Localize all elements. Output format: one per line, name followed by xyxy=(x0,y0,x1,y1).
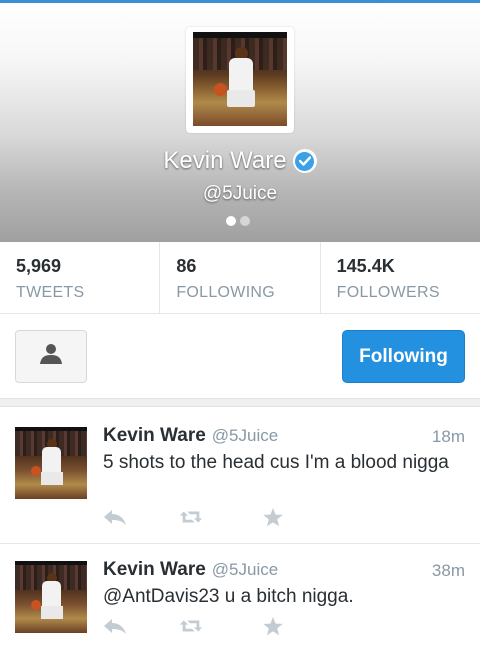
tweet-avatar[interactable] xyxy=(15,427,87,499)
favorite-star-icon[interactable] xyxy=(261,615,285,637)
reply-icon[interactable] xyxy=(103,506,127,528)
stat-tweets[interactable]: 5,969 TWEETS xyxy=(0,242,161,313)
person-icon xyxy=(38,343,64,370)
profile-actions: Following xyxy=(0,315,480,398)
tweet-header: Kevin Ware @5Juice 38m xyxy=(103,559,465,583)
stat-following-label: FOLLOWING xyxy=(176,284,276,301)
tweet-item[interactable]: Kevin Ware @5Juice 38m @AntDavis23 u a bi… xyxy=(0,545,480,650)
header-pager[interactable] xyxy=(226,216,250,226)
tweet-text: @AntDavis23 u a bitch nigga. xyxy=(103,586,354,607)
profile-name: Kevin Ware xyxy=(163,147,287,174)
stat-followers-value: 145.4K xyxy=(336,256,395,276)
profile-handle: @5Juice xyxy=(202,183,278,204)
retweet-icon[interactable] xyxy=(179,615,203,637)
tweet-actions xyxy=(103,615,303,637)
tweet-timestamp: 18m xyxy=(431,427,465,446)
tweet-author-name[interactable]: Kevin Ware xyxy=(103,559,206,580)
reply-icon[interactable] xyxy=(103,615,127,637)
tweet-text: 5 shots to the head cus I'm a blood nigg… xyxy=(103,452,449,473)
stat-followers-label: FOLLOWERS xyxy=(336,284,440,301)
pager-dot-1[interactable] xyxy=(226,216,236,226)
stat-tweets-label: TWEETS xyxy=(16,284,85,301)
tweet-author-handle[interactable]: @5Juice xyxy=(212,560,278,579)
verified-badge-icon xyxy=(292,149,317,173)
profile-header: Kevin Ware @5Juice xyxy=(0,3,480,242)
stat-tweets-value: 5,969 xyxy=(16,256,62,276)
stat-following-value: 86 xyxy=(176,256,197,276)
user-actions-button[interactable] xyxy=(15,330,87,383)
stat-followers[interactable]: 145.4K FOLLOWERS xyxy=(321,242,480,313)
tweet-author-handle[interactable]: @5Juice xyxy=(212,426,278,445)
retweet-icon[interactable] xyxy=(179,506,203,528)
profile-avatar-frame[interactable] xyxy=(186,27,294,133)
tweet-item[interactable]: Kevin Ware @5Juice 18m 5 shots to the hea… xyxy=(0,407,480,544)
tweet-avatar[interactable] xyxy=(15,561,87,633)
profile-avatar xyxy=(193,32,287,126)
following-button[interactable]: Following xyxy=(342,330,465,383)
tweet-header: Kevin Ware @5Juice 18m xyxy=(103,425,465,449)
pager-dot-2[interactable] xyxy=(240,216,250,226)
stat-following[interactable]: 86 FOLLOWING xyxy=(160,242,321,313)
section-divider xyxy=(0,398,480,407)
profile-stats: 5,969 TWEETS 86 FOLLOWING 145.4K FOLLOWE… xyxy=(0,242,480,314)
favorite-star-icon[interactable] xyxy=(261,506,285,528)
tweet-timestamp: 38m xyxy=(431,561,465,580)
tweet-actions xyxy=(103,506,303,528)
profile-name-row: Kevin Ware xyxy=(0,146,480,176)
tweet-author-name[interactable]: Kevin Ware xyxy=(103,425,206,446)
